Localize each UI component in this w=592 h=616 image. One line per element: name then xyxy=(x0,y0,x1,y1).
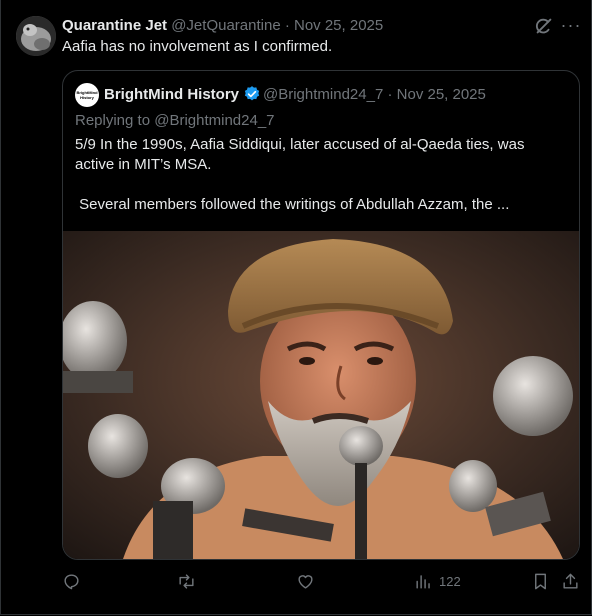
quoted-avatar-text: BrightMind History xyxy=(76,90,98,100)
avatar-image xyxy=(16,16,56,56)
repost-icon xyxy=(179,573,194,589)
post-text: Aafia has no involvement as I confirmed. xyxy=(62,38,333,55)
views-icon xyxy=(416,574,430,589)
bookmark-button[interactable] xyxy=(531,570,550,592)
views-count: 122 xyxy=(439,573,461,589)
replying-to[interactable]: Replying to @Brightmind24_7 xyxy=(75,111,275,131)
bookmark-icon xyxy=(535,573,546,589)
action-bar: 122 xyxy=(0,566,592,596)
quoted-post-date[interactable]: Nov 25, 2025 xyxy=(397,86,486,103)
photo-man-turban-microphones xyxy=(63,231,579,559)
more-icon[interactable]: ··· xyxy=(560,14,582,36)
post-date[interactable]: Nov 25, 2025 xyxy=(294,17,383,34)
author-name[interactable]: Quarantine Jet xyxy=(62,17,167,34)
author-handle[interactable]: @JetQuarantine xyxy=(171,17,280,34)
reply-button[interactable] xyxy=(62,570,81,592)
quoted-author-name[interactable]: BrightMind History xyxy=(104,86,239,103)
like-icon xyxy=(298,574,313,589)
quoted-author-handle[interactable]: @Brightmind24_7 xyxy=(263,86,383,103)
grok-icon[interactable] xyxy=(533,15,555,37)
like-button[interactable] xyxy=(296,570,315,592)
quoted-post-image[interactable] xyxy=(63,231,579,559)
share-button[interactable] xyxy=(561,570,580,592)
author-avatar[interactable] xyxy=(16,16,56,56)
reply-icon xyxy=(64,573,79,589)
share-icon xyxy=(563,573,578,589)
repost-button[interactable] xyxy=(177,570,196,592)
quoted-post-text: 5/9 In the 1990s, Aafia Siddiqui, later … xyxy=(75,135,555,215)
quoted-text-line2: Several members followed the writings of… xyxy=(75,196,510,213)
quoted-post[interactable]: BrightMind History BrightMind History @Br… xyxy=(62,70,580,560)
separator-dot: · xyxy=(284,17,290,34)
quoted-text-line1: 5/9 In the 1990s, Aafia Siddiqui, later … xyxy=(75,136,525,173)
verified-badge-icon xyxy=(244,86,260,101)
quoted-post-header: BrightMind History @Brightmind24_7 · Nov … xyxy=(104,85,486,105)
post-header: Quarantine Jet @JetQuarantine · Nov 25, … xyxy=(62,16,383,36)
quoted-separator-dot: · xyxy=(387,86,393,103)
quoted-author-avatar[interactable]: BrightMind History xyxy=(75,83,99,107)
views-button[interactable]: 122 xyxy=(414,570,461,592)
